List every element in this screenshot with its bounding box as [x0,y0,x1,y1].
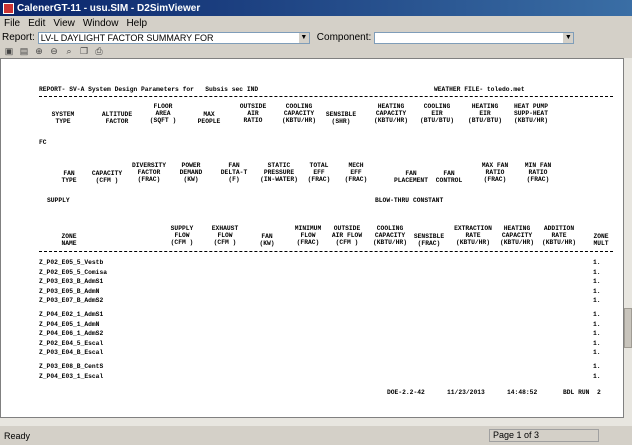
zone-name: Z_P03_E03_B_AdmS1 [39,278,104,285]
zone-column-header: ZONE NAME [61,233,77,248]
system-value: FC [39,139,47,146]
zone-mult: 1. [593,349,601,356]
report-divider [39,251,613,252]
report-viewer[interactable]: REPORT- SV-A System Design Parameters fo… [0,58,624,418]
zone-column-header: ZONE MULT [593,233,609,248]
component-label: Component: [316,32,372,43]
save-icon[interactable]: ▤ [18,46,30,57]
zone-name: Z_P03_E07_B_AdmS2 [39,297,104,304]
horizontal-scrollbar[interactable] [0,418,632,426]
menu-edit[interactable]: Edit [28,18,45,29]
zone-name: Z_P03_E08_B_CentS [39,363,104,370]
zone-name: Z_P04_E03_1_Escal [39,372,104,380]
zone-name: Z_P03_E05_B_AdmN [39,287,100,295]
report-label: Report: [2,32,35,43]
chevron-down-icon[interactable]: ▼ [298,32,309,43]
zoom-in-icon[interactable]: ⊕ [33,46,45,57]
zone-mult: 1. [593,268,601,276]
print-icon[interactable]: ⎙ [93,46,105,57]
system-column-header: HEAT PUMP SUPP-HEAT (KBTU/HR) [513,103,548,124]
zone-name: Z_P04_E02_1_AdmS1 [39,311,104,318]
search-icon[interactable]: ⌕ [63,46,75,57]
menu-help[interactable]: Help [126,18,147,29]
zone-name: Z_P04_E06_1_AdmS2 [39,330,104,337]
icon-toolbar: ▣ ▤ ⊕ ⊖ ⌕ ❐ ⎙ [0,45,632,58]
zoom-out-icon[interactable]: ⊖ [48,46,60,57]
component-select[interactable]: ▼ [374,31,575,44]
zone-mult: 1. [593,311,601,318]
zone-mult: 1. [593,372,601,380]
copy-icon[interactable]: ❐ [78,46,90,57]
menubar: File Edit View Window Help [0,16,632,30]
zone-mult: 1. [593,297,601,304]
zone-mult: 1. [593,339,601,347]
scrollbar-thumb[interactable] [624,308,632,348]
report-footer: DOE-2.2-42 [387,389,425,396]
window-titlebar: CalenerGT-11 - usu.SIM - D2SimViewer [0,0,632,16]
chevron-down-icon[interactable]: ▼ [563,32,574,43]
zone-name: Z_P04_E05_1_AdmN [39,320,100,328]
fan-column-header: MIN FAN RATIO (FRAC) [524,162,552,183]
fan-value: SUPPLY [47,197,70,204]
status-text: Ready [4,430,31,441]
app-icon [3,2,14,14]
statusbar: Ready Page 1 of 3 [0,426,632,445]
page-indicator: Page 1 of 3 [489,429,599,442]
zone-name: Z_P02_E05_5_Comisa [39,268,108,276]
report-footer: 14:48:52 [507,389,538,396]
fan-value: BLOW-THRU [375,197,410,204]
zone-name: Z_P02_E04_5_Escal [39,339,104,347]
report-select[interactable]: LV-L DAYLIGHT FACTOR SUMMARY FOR ▼ [37,31,310,44]
zone-name: Z_P02_E05_5_Vestb [39,259,104,266]
report-select-value: LV-L DAYLIGHT FACTOR SUMMARY FOR [40,32,214,43]
zone-mult: 1. [593,330,601,337]
window-title: CalenerGT-11 - usu.SIM - D2SimViewer [17,2,201,14]
zone-mult: 1. [593,259,601,266]
report-title: REPORT- SV-A System Design Parameters fo… [39,86,259,93]
zone-mult: 1. [593,287,601,295]
report-footer: 11/23/2013 [447,389,485,396]
zone-mult: 1. [593,320,601,328]
report-toolbar: Report: LV-L DAYLIGHT FACTOR SUMMARY FOR… [0,30,632,45]
menu-window[interactable]: Window [83,18,119,29]
report-divider [39,96,613,97]
zone-name: Z_P03_E04_B_Escal [39,349,104,356]
menu-file[interactable]: File [4,18,20,29]
weather-file: WEATHER FILE- toledo.met [434,86,525,93]
zone-mult: 1. [593,278,601,285]
report-footer: BDL RUN 2 [563,389,601,396]
menu-view[interactable]: View [53,18,75,29]
fan-value: CONSTANT [413,197,444,204]
zone-mult: 1. [593,363,601,370]
vertical-scrollbar[interactable] [624,58,632,418]
open-icon[interactable]: ▣ [3,46,15,57]
